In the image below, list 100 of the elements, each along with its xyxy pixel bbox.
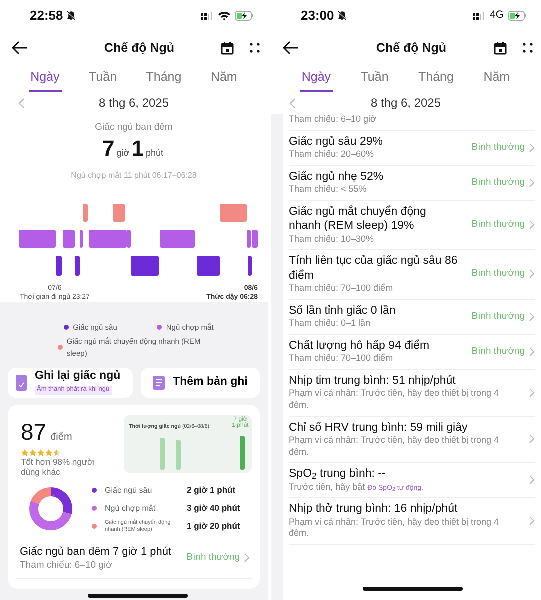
reference-text: Phạm vi cá nhân: Trước tiên, hãy đeo thiết bị trong 4 đêm. <box>289 516 500 540</box>
chevron-icon <box>529 312 535 322</box>
signal-icon <box>201 12 214 20</box>
status-link[interactable]: Bình thường <box>472 344 525 359</box>
metric-title: Tính liên tục của giấc ngủ sâu 86 điểm <box>289 254 459 283</box>
time-text: 23:00 <box>301 7 334 26</box>
date-text: 8 thg 6, 2025 <box>98 96 170 110</box>
status-link[interactable]: Bình thường <box>472 267 525 282</box>
metric-title: Chỉ số HRV trung bình: 59 mili giây <box>289 420 469 435</box>
stage-bar <box>19 230 56 248</box>
duration-bar <box>176 440 181 470</box>
tab[interactable]: Tháng <box>416 64 456 92</box>
reference-text: Tham chiếu: 70–100 điểm <box>289 353 394 365</box>
metric-title: Chất lượng hô hấp 94 điểm <box>289 338 431 354</box>
add-record-button[interactable]: Thêm bản ghi <box>140 368 260 398</box>
reference-text: Tham chiếu: < 55% <box>289 184 368 196</box>
stage-bar <box>160 230 195 248</box>
metric-title: Giấc ngủ mắt chuyển động nhanh (REM sleep) 19% <box>289 204 428 234</box>
stage-bar <box>131 256 159 276</box>
signal-icon <box>472 12 486 20</box>
battery-icon <box>235 11 254 21</box>
stage-bar <box>248 256 252 276</box>
minutes-value: 1 <box>132 135 144 163</box>
reference-text: Tham chiếu: 70–100 điểm <box>289 283 394 295</box>
tab[interactable]: Tuần <box>358 64 391 92</box>
reference-text: Phạm vi cá nhân: Trước tiên, hãy đeo thiết bị trong 4 đêm. <box>289 434 500 458</box>
more-icon[interactable] <box>522 43 533 53</box>
chevron-icon <box>529 269 535 280</box>
tab[interactable]: Năm <box>482 64 512 92</box>
phone-icon <box>16 374 27 391</box>
bell-slash-icon <box>338 11 348 21</box>
chevron-icon <box>529 346 535 357</box>
status-link[interactable]: Bình thường <box>472 140 525 155</box>
screen-title: Chế độ Ngủ <box>104 40 175 57</box>
date-text: 8 thg 6, 2025 <box>370 96 442 110</box>
status-link[interactable]: Bình thường <box>472 310 525 324</box>
summary-label: Giấc ngủ ban đêm <box>95 122 173 133</box>
reference-text: Tham chiếu: 10–30% <box>289 234 376 246</box>
stage-bar <box>63 230 75 248</box>
duration-bar <box>160 438 165 470</box>
chevron-icon <box>244 553 250 564</box>
more-icon[interactable] <box>250 43 260 53</box>
reference-text: Tham chiếu: 6–10 giờ <box>20 560 114 572</box>
stage-duration: 2 giờ 1 phút <box>187 484 236 497</box>
metric-title: SpO$_{2}$ trung bình: -- <box>289 467 387 482</box>
chevron-icon <box>529 434 535 444</box>
reference-text: Tham chiếu: 20–60% <box>289 149 376 161</box>
document-icon <box>153 376 166 390</box>
stage-bar <box>80 230 83 248</box>
network-label: 4G <box>490 8 504 24</box>
battery-icon <box>508 11 527 21</box>
unit-label: giờ <box>116 147 130 160</box>
chevron-icon <box>529 388 535 398</box>
tab[interactable]: Tháng <box>144 64 184 92</box>
stage-label: Ngủ chợp mắt <box>105 502 157 515</box>
stage-bar <box>197 256 220 276</box>
wifi-icon <box>218 11 231 21</box>
stage-bar <box>75 256 80 276</box>
tab[interactable]: Ngày <box>28 64 62 92</box>
score-value: 87 <box>21 418 47 447</box>
back-button[interactable] <box>283 41 299 55</box>
nap-text: Ngủ chợp mắt 11 phút 06:17–06:28 <box>71 171 197 180</box>
metric-title: Giấc ngủ sâu 29% <box>289 134 384 150</box>
stage-label: Giấc ngủ sâu <box>105 484 154 497</box>
stage-bar <box>220 204 247 222</box>
calendar-icon[interactable] <box>494 42 507 54</box>
status-link[interactable]: Bình thường <box>472 176 525 190</box>
metric-title: Giấc ngủ ban đêm 7 giờ 1 phút <box>20 544 173 560</box>
calendar-icon[interactable] <box>220 42 234 54</box>
time-text: 22:58 <box>30 7 64 26</box>
screen-title: Chế độ Ngủ <box>376 40 447 57</box>
tab[interactable]: Năm <box>208 64 240 92</box>
stage-bar <box>83 204 88 222</box>
chevron-icon <box>529 178 535 188</box>
metric-title: Giấc ngủ nhẹ 52% <box>289 170 385 184</box>
status-link[interactable]: Bình thường <box>472 218 525 232</box>
duration-bar <box>240 436 245 470</box>
chevron-icon <box>529 220 535 230</box>
metric-title: Nhịp thở trung bình: 16 nhịp/phút <box>289 502 459 517</box>
comparison-text: Tốt hơn 98% người dùng khác <box>21 457 96 478</box>
reference-text: Tham chiếu: 6–10 giờ <box>289 114 378 126</box>
metric-title: Số lần tỉnh giấc 0 lần <box>289 304 397 318</box>
status-link[interactable]: Bình thường <box>186 550 240 566</box>
button-label: Ghi lại giấc ngủ <box>35 370 121 382</box>
chevron-icon <box>529 142 535 153</box>
back-button[interactable] <box>12 41 28 55</box>
stage-bar <box>113 204 125 222</box>
reference-text: Phạm vi cá nhân: Trước tiên, hãy đeo thiết bị trong 4 đêm. <box>289 388 500 412</box>
stage-duration: 1 giờ 20 phút <box>187 520 240 533</box>
stage-bar <box>56 256 62 276</box>
score-unit: điểm <box>50 430 72 445</box>
bell-slash-icon <box>67 11 76 21</box>
hours-value: 7 <box>102 135 115 163</box>
unit-label: phút <box>146 147 164 160</box>
tab[interactable]: Ngày <box>300 64 334 92</box>
tab[interactable]: Tuần <box>87 64 120 92</box>
chevron-icon <box>529 475 535 486</box>
reference-text: Tham chiếu: 0–1 lần <box>289 318 372 330</box>
metric-title: Nhịp tim trung bình: 51 nhịp/phút <box>289 374 457 388</box>
stage-duration: 3 giờ 40 phút <box>187 502 240 515</box>
